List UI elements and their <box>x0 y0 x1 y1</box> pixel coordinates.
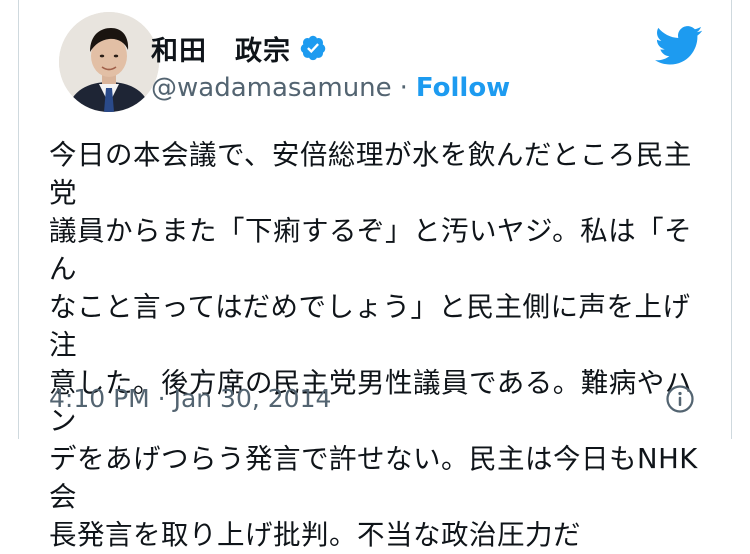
user-name-row: 和田 政宗 <box>151 28 327 68</box>
avatar-photo <box>59 12 159 112</box>
display-name[interactable]: 和田 政宗 <box>151 29 291 68</box>
tweet-timestamp[interactable]: 4:10 PM · Jan 30, 2014 <box>49 379 331 417</box>
twitter-bird-icon[interactable] <box>655 26 703 66</box>
info-icon[interactable] <box>665 384 695 414</box>
user-handle[interactable]: @wadamasamune <box>151 73 392 103</box>
tweet-text: 今日の本会議で、安倍総理が水を飲んだところ民主党 議員からまた「下痢するぞ」と汚… <box>49 139 698 551</box>
handle-row: @wadamasamune · Follow <box>151 70 510 106</box>
tweet-card: 和田 政宗 @wadamasamune · Follow 今日の本会議で、安倍総… <box>18 0 732 551</box>
verified-badge-icon <box>299 34 327 62</box>
separator: · <box>399 73 408 103</box>
follow-button[interactable]: Follow <box>416 73 510 103</box>
avatar[interactable] <box>59 12 159 112</box>
